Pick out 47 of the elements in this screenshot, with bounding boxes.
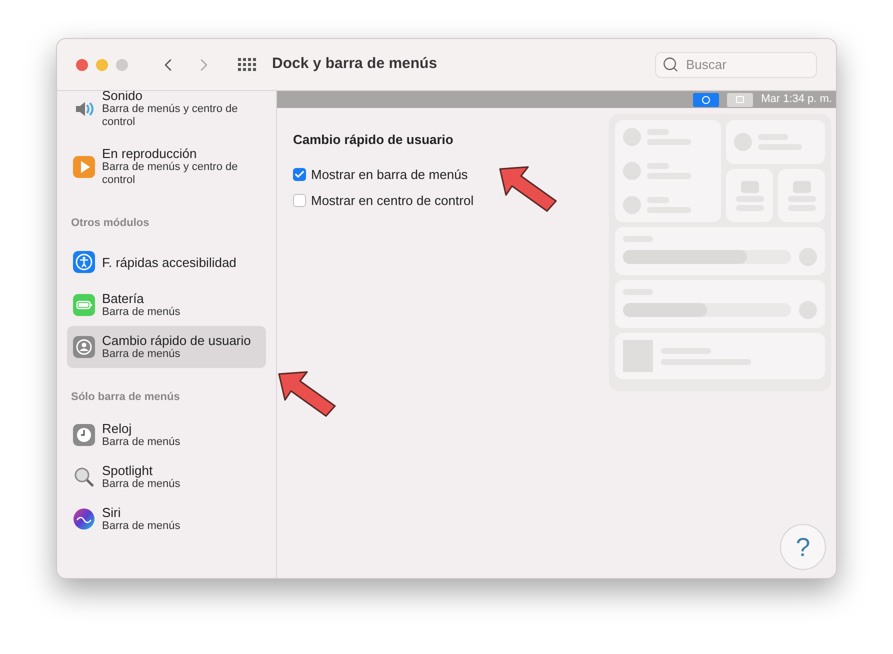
item-subtitle: Barra de menús — [102, 478, 182, 491]
accessibility-icon — [73, 251, 95, 273]
toggles-icon — [727, 92, 754, 106]
play-icon — [73, 156, 95, 178]
panel-title: Cambio rápido de usuario — [293, 131, 454, 149]
item-subtitle: Barra de menús y centro de control — [102, 161, 239, 187]
minimize-button[interactable] — [96, 58, 108, 70]
user-icon — [73, 336, 95, 358]
item-subtitle: Barra de menús — [102, 306, 182, 319]
sidebar-item[interactable]: Siri Barra de menús — [67, 498, 266, 540]
clock-icon — [73, 424, 95, 446]
search-icon — [662, 56, 679, 72]
magnifier-icon — [73, 466, 95, 488]
menu-bar-clock: Mar 1:34 p. m. — [761, 92, 832, 108]
battery-icon — [73, 294, 95, 316]
user-icon — [693, 92, 720, 106]
sidebar-item[interactable]: En reproducción Barra de menús y centro de control — [67, 139, 266, 194]
item-title: En reproducción — [102, 146, 198, 161]
item-title: Spotlight — [102, 463, 154, 478]
checkbox-label: Mostrar en centro de control — [311, 192, 474, 210]
pointer-arrow-icon — [498, 165, 558, 213]
grid-icon[interactable] — [238, 58, 256, 72]
item-title: Cambio rápido de usuario — [102, 333, 252, 348]
item-title: Reloj — [102, 421, 133, 436]
item-subtitle: Barra de menús — [102, 520, 182, 533]
item-title: F. rápidas accesibilidad — [102, 254, 236, 270]
sidebar-item[interactable]: Batería Barra de menús — [67, 284, 266, 326]
section-header: Otros módulos — [70, 216, 150, 231]
help-button[interactable]: ? — [780, 524, 826, 570]
item-subtitle: Barra de menús — [102, 436, 182, 449]
window-title: Dock y barra de menús — [272, 54, 438, 74]
checkbox-label: Mostrar en barra de menús — [311, 166, 468, 184]
item-subtitle: Barra de menús — [102, 348, 182, 361]
checkbox[interactable] — [293, 194, 306, 207]
item-title: Batería — [102, 291, 145, 306]
search-field[interactable]: Buscar — [655, 52, 817, 78]
checkbox[interactable] — [293, 168, 306, 181]
item-subtitle: Barra de menús y centro de control — [102, 103, 239, 129]
item-title: Siri — [102, 505, 122, 520]
sidebar-item[interactable]: Spotlight Barra de menús — [67, 456, 266, 498]
close-button[interactable] — [76, 58, 88, 70]
sidebar-item[interactable]: Reloj Barra de menús — [67, 414, 266, 456]
sidebar-item[interactable]: F. rápidas accesibilidad — [67, 240, 266, 284]
orb-icon — [73, 508, 95, 530]
section-header: Sólo barra de menús — [70, 390, 181, 405]
sidebar-item[interactable]: Cambio rápido de usuario Barra de menús — [67, 326, 266, 368]
pointer-arrow-icon — [277, 370, 337, 418]
